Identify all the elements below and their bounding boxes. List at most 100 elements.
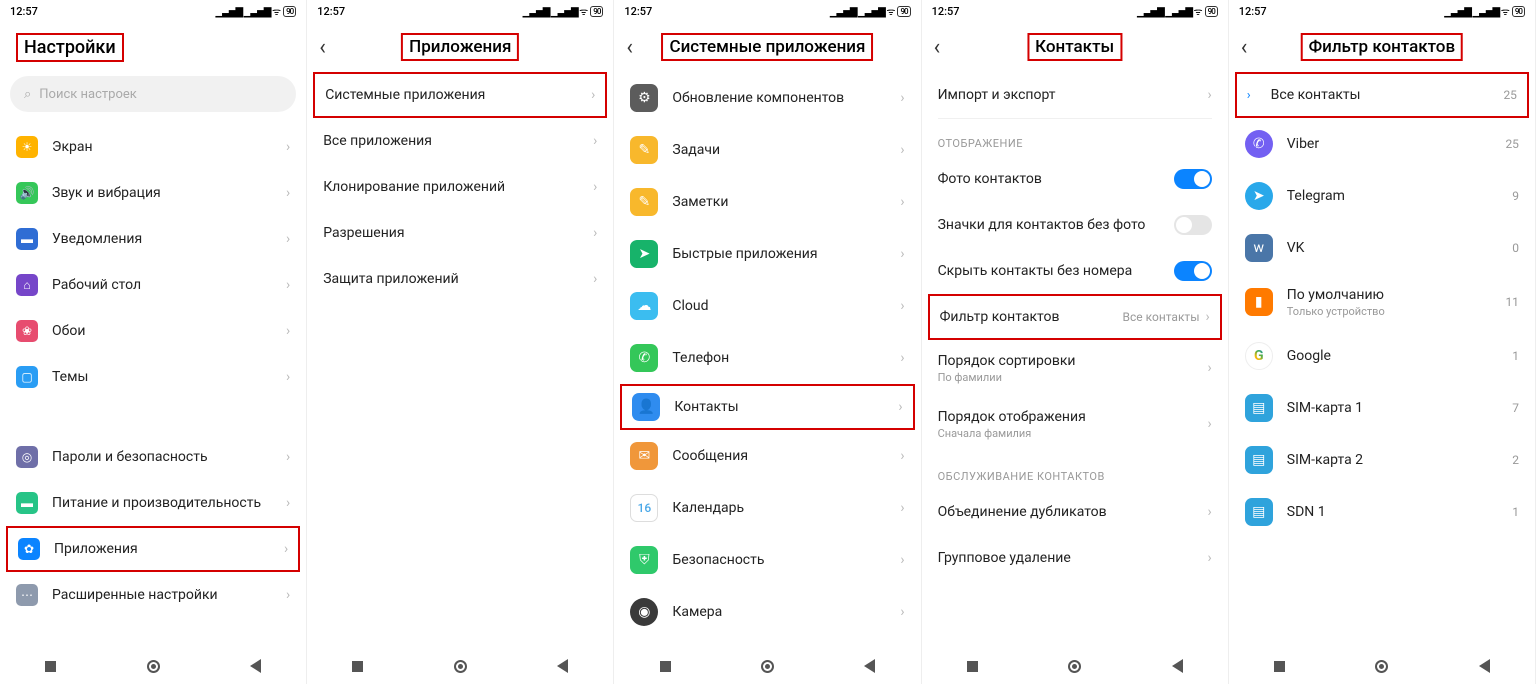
row-label: Безопасность — [672, 552, 900, 568]
system-app-row[interactable]: 16Календарь› — [614, 482, 920, 534]
filter-row[interactable]: ▤SIM-карта 17 — [1229, 382, 1535, 434]
system-app-row[interactable]: ➤Быстрые приложения› — [614, 228, 920, 280]
filter-row[interactable]: ›Все контакты25 — [1237, 74, 1527, 116]
row-label: Все контакты — [1271, 87, 1504, 103]
back-button[interactable]: ‹ — [934, 35, 958, 60]
settings-row[interactable]: ⋯ Расширенные настройки› — [0, 572, 306, 618]
status-bar: 12:57 ▁▃▅▇ ▁▃▅▇ ᯤ 90 — [614, 0, 920, 22]
filter-row[interactable]: wVK0 — [1229, 222, 1535, 274]
back-button[interactable]: ‹ — [319, 35, 343, 60]
settings-row[interactable]: ▬ Уведомления› — [0, 216, 306, 262]
display-row[interactable]: Скрыть контакты без номера — [922, 248, 1228, 294]
toggle[interactable] — [1174, 261, 1212, 281]
nav-home[interactable] — [147, 660, 160, 673]
system-app-row[interactable]: ✆Телефон› — [614, 332, 920, 384]
filter-row[interactable]: GGoogle1 — [1229, 330, 1535, 382]
row-label: Контакты — [674, 399, 898, 415]
system-app-row[interactable]: 👤Контакты› — [622, 386, 912, 428]
row-label: Расширенные настройки — [52, 587, 286, 603]
chevron-right-icon: › — [900, 500, 904, 516]
display-row[interactable]: Фильтр контактовВсе контакты› — [930, 296, 1220, 338]
account-icon: ✆ — [1245, 130, 1273, 158]
back-button[interactable]: ‹ — [1241, 35, 1265, 60]
chevron-right-icon: › — [898, 399, 902, 415]
settings-row[interactable]: 🔊 Звук и вибрация› — [0, 170, 306, 216]
maint-row[interactable]: Объединение дубликатов› — [922, 489, 1228, 535]
status-bar: 12:57 ▁▃▅▇ ▁▃▅▇ ᯤ 90 — [922, 0, 1228, 22]
search-input[interactable]: ⌕ Поиск настроек — [10, 76, 296, 112]
chevron-right-icon: › — [1208, 416, 1212, 432]
settings-row[interactable]: ⌂ Рабочий стол› — [0, 262, 306, 308]
highlighted-row: ›Все контакты25 — [1235, 72, 1529, 118]
filter-row[interactable]: ➤Telegram9 — [1229, 170, 1535, 222]
nav-recent[interactable] — [45, 661, 56, 672]
status-icons: ▁▃▅▇ ▁▃▅▇ ᯤ 90 — [1444, 4, 1525, 18]
apps-row[interactable]: Клонирование приложений› — [307, 164, 613, 210]
chevron-right-icon: › — [900, 552, 904, 568]
apps-row[interactable]: Защита приложений› — [307, 256, 613, 302]
nav-back[interactable] — [1479, 659, 1490, 673]
nav-back[interactable] — [250, 659, 261, 673]
nav-recent[interactable] — [352, 661, 363, 672]
app-icon: ◉ — [630, 598, 658, 626]
settings-row[interactable]: ◎ Пароли и безопасность› — [0, 434, 306, 480]
display-row[interactable]: Значки для контактов без фото — [922, 202, 1228, 248]
system-app-row[interactable]: ⚙Обновление компонентов› — [614, 72, 920, 124]
settings-row[interactable]: ❀ Обои› — [0, 308, 306, 354]
nav-home[interactable] — [1068, 660, 1081, 673]
nav-home[interactable] — [1375, 660, 1388, 673]
toggle[interactable] — [1174, 169, 1212, 189]
system-app-row[interactable]: ✎Заметки› — [614, 176, 920, 228]
status-icons: ▁▃▅▇ ▁▃▅▇ ᯤ 90 — [830, 4, 911, 18]
system-app-row[interactable]: ✎Задачи› — [614, 124, 920, 176]
row-label: Экран — [52, 139, 286, 155]
chevron-right-icon: › — [900, 604, 904, 620]
display-row[interactable]: Фото контактов — [922, 156, 1228, 202]
header: ‹ Системные приложения — [614, 22, 920, 72]
status-icons: ▁▃▅▇ ▁▃▅▇ ᯤ 90 — [523, 4, 604, 18]
account-icon: ▮ — [1245, 288, 1273, 316]
import-export-row[interactable]: Импорт и экспорт› — [922, 72, 1228, 118]
nav-recent[interactable] — [967, 661, 978, 672]
row-label: Звук и вибрация — [52, 185, 286, 201]
system-app-row[interactable]: ◉Камера› — [614, 586, 920, 638]
row-label: Порядок отображения — [938, 409, 1208, 425]
nav-home[interactable] — [761, 660, 774, 673]
filter-row[interactable]: ▤SDN 11 — [1229, 486, 1535, 538]
settings-row[interactable]: ✿ Приложения› — [8, 528, 298, 570]
system-app-row[interactable]: ✉Сообщения› — [614, 430, 920, 482]
apps-row[interactable]: Разрешения› — [307, 210, 613, 256]
apps-row[interactable]: Все приложения› — [307, 118, 613, 164]
row-label: Пароли и безопасность — [52, 449, 286, 465]
chevron-right-icon: › — [900, 194, 904, 210]
chevron-right-icon: › — [593, 133, 597, 149]
display-row[interactable]: Порядок отображенияСначала фамилия› — [922, 396, 1228, 452]
row-label: Cloud — [672, 298, 900, 314]
settings-row[interactable]: ☀ Экран› — [0, 124, 306, 170]
row-label: Клонирование приложений — [323, 179, 593, 195]
settings-row[interactable]: ▢ Темы› — [0, 354, 306, 400]
nav-back[interactable] — [557, 659, 568, 673]
row-label: Импорт и экспорт — [938, 87, 1208, 103]
filter-row[interactable]: ✆Viber25 — [1229, 118, 1535, 170]
row-label: VK — [1287, 240, 1512, 256]
chevron-right-icon: › — [1247, 88, 1251, 103]
apps-row[interactable]: Системные приложения› — [315, 74, 605, 116]
filter-row[interactable]: ▮По умолчаниюТолько устройство11 — [1229, 274, 1535, 330]
toggle[interactable] — [1174, 215, 1212, 235]
nav-back[interactable] — [864, 659, 875, 673]
display-row[interactable]: Порядок сортировкиПо фамилии› — [922, 340, 1228, 396]
system-app-row[interactable]: ☁Cloud› — [614, 280, 920, 332]
nav-back[interactable] — [1172, 659, 1183, 673]
nav-recent[interactable] — [660, 661, 671, 672]
settings-row[interactable]: ▬ Питание и производительность› — [0, 480, 306, 526]
navbar — [922, 648, 1228, 684]
row-label: Защита приложений — [323, 271, 593, 287]
maint-row[interactable]: Групповое удаление› — [922, 535, 1228, 581]
nav-home[interactable] — [454, 660, 467, 673]
system-app-row[interactable]: ⛨Безопасность› — [614, 534, 920, 586]
nav-recent[interactable] — [1274, 661, 1285, 672]
status-bar: 12:57 ▁▃▅▇ ▁▃▅▇ ᯤ 90 — [1229, 0, 1535, 22]
filter-row[interactable]: ▤SIM-карта 22 — [1229, 434, 1535, 486]
back-button[interactable]: ‹ — [626, 35, 650, 60]
